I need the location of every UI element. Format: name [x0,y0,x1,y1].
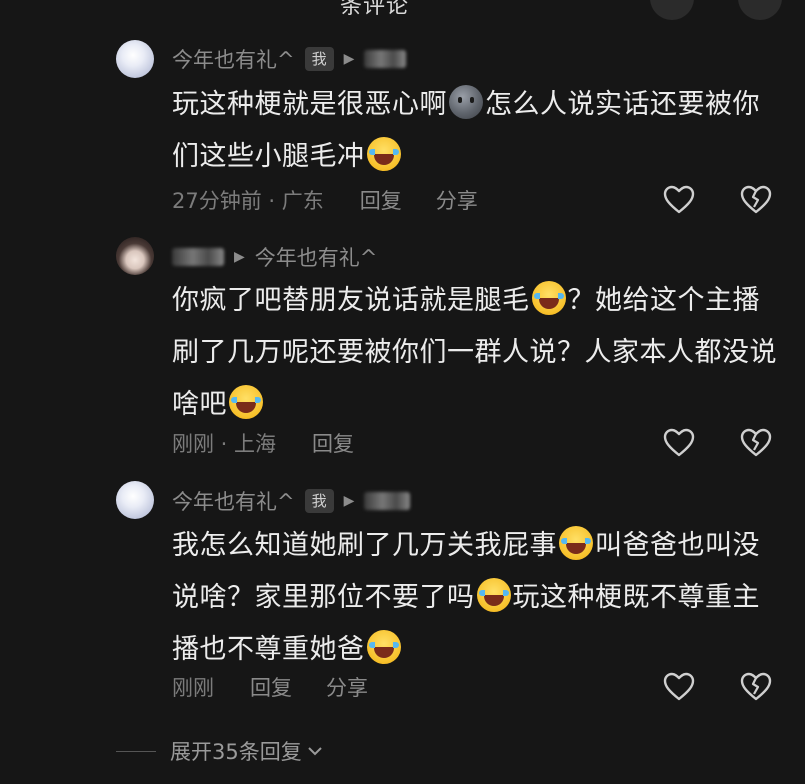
reply-button[interactable]: 回复 [250,672,292,702]
share-button[interactable]: 分享 [436,185,478,215]
laughing-tears-emoji-icon [366,630,401,664]
top-bar: 条评论 [0,0,805,22]
close-button[interactable] [738,0,782,20]
reply-button[interactable]: 回复 [360,185,402,215]
dislike-button[interactable] [738,670,774,704]
laughing-tears-emoji-icon [531,281,566,315]
broken-heart-icon [740,672,772,701]
broken-heart-icon [740,428,772,457]
laughing-tears-emoji-icon [476,578,511,612]
laughing-tears-emoji-icon [559,526,593,560]
laughing-tears-emoji-icon [366,137,401,171]
play-arrow-icon: ▶ [234,249,245,265]
me-badge: 我 [304,489,334,513]
top-action-button[interactable] [650,0,694,20]
blurred-username [364,492,411,510]
dark-face-emoji-icon [449,85,483,119]
chevron-down-icon [308,747,322,756]
comment-header: ▶ 今年也有礼^ [172,240,377,274]
divider [116,750,156,752]
dislike-button[interactable] [738,426,774,460]
comment-header: 今年也有礼^ 我 ▶ [172,484,411,518]
reply-button[interactable]: 回复 [312,428,354,458]
like-button[interactable] [661,670,697,704]
heart-outline-icon [663,428,695,457]
comment-text: 你疯了吧替朋友说话就是腿毛 ？她给这个主播刷了几万呢还要被你们一群人说？人家本人都… [172,275,782,431]
heart-outline-icon [663,672,695,701]
me-badge: 我 [304,47,334,71]
dislike-button[interactable] [738,183,774,217]
comment-text-segment: 玩这种梗就是很恶心啊 [172,89,447,120]
avatar[interactable] [116,40,154,78]
comment-header: 今年也有礼^ 我 ▶ [172,42,407,76]
avatar[interactable] [116,481,154,519]
like-button[interactable] [661,426,697,460]
expand-replies-button[interactable]: 展开35条回复 [116,734,324,768]
blurred-username [364,50,407,68]
broken-heart-icon [740,185,772,214]
avatar[interactable] [116,237,154,275]
share-button[interactable]: 分享 [326,672,368,702]
comment-text-segment: 我怎么知道她刷了几万关我屁事 [172,530,557,561]
time-location: 刚刚 · 上海 [172,432,277,456]
like-button[interactable] [661,183,697,217]
username[interactable]: 今年也有礼^ [255,242,378,272]
play-arrow-icon: ▶ [343,493,355,509]
expand-replies-label: 展开35条回复 [170,740,302,764]
comment-meta: 27分钟前 · 广东 回复 分享 [172,183,512,217]
blurred-username [172,248,224,266]
play-arrow-icon: ▶ [343,51,355,67]
laughing-tears-emoji-icon [229,385,263,419]
comment-text: 玩这种梗就是很恶心啊 怎么人说实话还要被你们这些小腿毛冲 [172,79,782,183]
username[interactable]: 今年也有礼^ [172,486,295,516]
time-location: 27分钟前 · 广东 [172,189,324,213]
heart-outline-icon [663,185,695,214]
comment-text: 我怎么知道她刷了几万关我屁事 叫爸爸也叫没说啥？家里那位不要了吗 玩这种梗既不尊重主… [172,520,782,676]
comment-meta: 刚刚 · 上海 回复 [172,426,388,460]
username[interactable]: 今年也有礼^ [172,44,295,74]
comment-meta: 刚刚 回复 分享 [172,670,402,704]
comment-count-title: 条评论 [340,0,410,19]
time-location: 刚刚 [172,676,214,700]
comment-text-segment: 你疯了吧替朋友说话就是腿毛 [172,285,530,316]
